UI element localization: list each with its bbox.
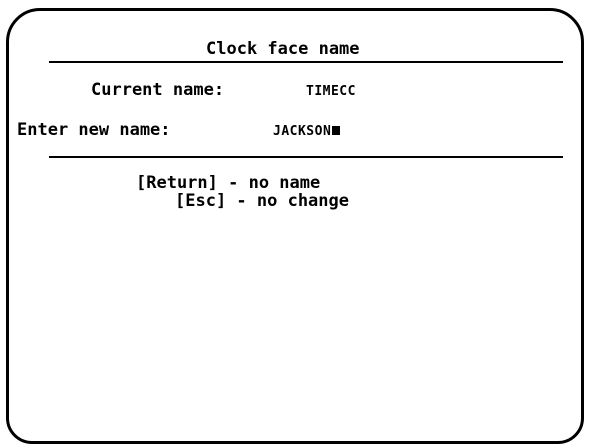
dialog-title: Clock face name — [206, 39, 360, 59]
hint-return: [Return] - no name — [136, 173, 321, 193]
current-name-label: Current name: — [91, 80, 225, 100]
new-name-label: Enter new name: — [17, 120, 171, 140]
bottom-divider — [49, 156, 563, 158]
monitor-screen: Clock face name Current name: TIMECC Ent… — [6, 8, 584, 444]
current-name-value: TIMECC — [306, 84, 356, 99]
new-name-input[interactable]: JACKSON — [273, 122, 341, 140]
hint-esc: [Esc] - no change — [175, 191, 349, 211]
new-name-value: JACKSON — [273, 124, 332, 139]
top-divider — [49, 61, 563, 63]
text-cursor — [332, 126, 341, 135]
